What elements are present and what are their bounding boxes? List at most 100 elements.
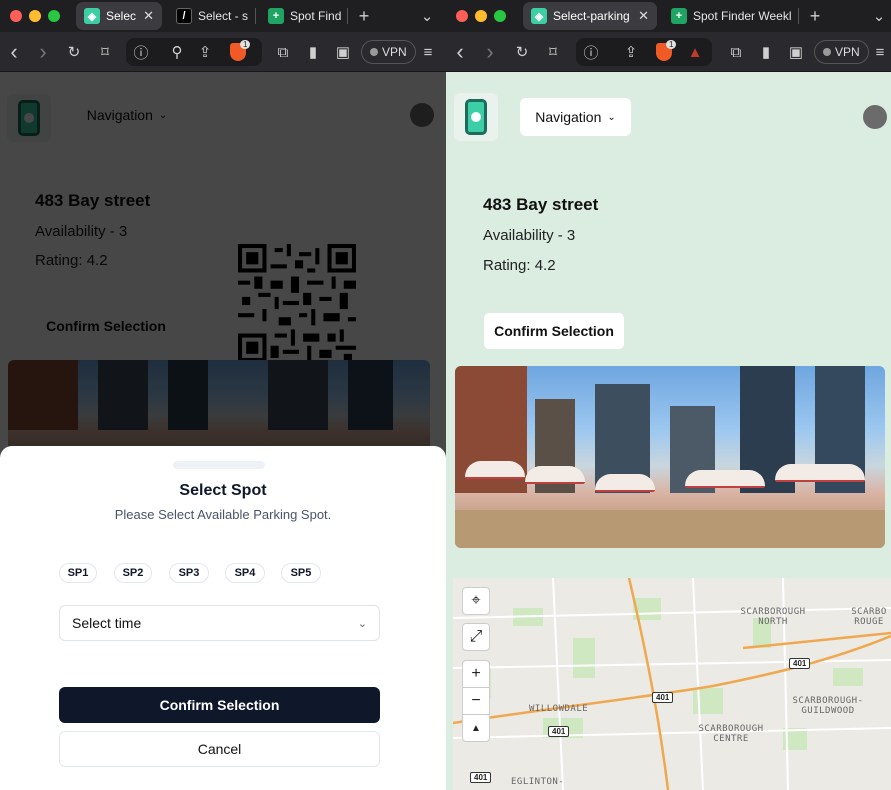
tab-bar: ◈ Select-parking ✕ + Spot Finder Weekl +… <box>446 0 891 32</box>
tab-spot-finder-weekly[interactable]: + Spot Finder Weekl <box>663 2 795 30</box>
site-info-icon[interactable]: ⓘ <box>132 42 150 62</box>
maximize-window-button[interactable] <box>48 10 60 22</box>
map-label-scarborough-rouge: SCARBO ROUGE <box>851 607 887 627</box>
minimize-window-button[interactable] <box>475 10 487 22</box>
sheet-cancel-button[interactable]: Cancel <box>59 731 380 767</box>
wallet-icon[interactable]: ▣ <box>786 40 806 64</box>
tab-separator <box>255 8 256 24</box>
menu-icon[interactable]: ≡ <box>418 40 438 64</box>
brave-rewards-icon[interactable]: ▲ <box>686 42 704 62</box>
phone-pin-icon <box>465 99 487 135</box>
tab-list-chevron-icon[interactable]: ⌄ <box>418 6 436 26</box>
address-bar[interactable]: ⓘ ⚲ ⇪ 1 <box>126 38 262 66</box>
tab-separator <box>798 8 799 24</box>
tab-bar: ◈ Selec ✕ / Select - s + Spot Find + ⌄ <box>0 0 446 32</box>
highway-401-shield: 401 <box>652 692 674 703</box>
new-tab-button[interactable]: + <box>355 6 373 26</box>
highway-401-shield: 401 <box>789 658 811 669</box>
app-favicon-icon: ◈ <box>531 8 547 24</box>
extensions-icon[interactable]: ⧉ <box>273 40 293 64</box>
shield-count-badge: 1 <box>240 40 251 49</box>
confirm-selection-button[interactable]: Confirm Selection <box>484 313 624 349</box>
forward-button[interactable]: › <box>480 39 500 64</box>
chevron-down-icon: ⌄ <box>607 111 616 123</box>
navigation-menu-button[interactable]: Navigation ⌄ <box>520 98 631 136</box>
bookmark-icon[interactable]: ⌑ <box>95 40 115 64</box>
tab-title: Select - s <box>198 9 249 23</box>
back-button[interactable]: ‹ <box>4 39 24 64</box>
sheets-favicon-icon: + <box>268 8 284 24</box>
left-browser-window: ◈ Selec ✕ / Select - s + Spot Find + ⌄ ‹… <box>0 0 446 790</box>
reload-button[interactable]: ↻ <box>64 40 84 64</box>
toolbar: ‹ › ↻ ⌑ ⓘ ⇪ 1 ▲ ⧉ ▮ ▣ VPN ≡ <box>446 32 891 72</box>
close-window-button[interactable] <box>456 10 468 22</box>
map-label-eglinton: EGLINTON- <box>511 777 565 787</box>
share-icon[interactable]: ⇪ <box>622 42 640 62</box>
tab-title: Spot Finder Weekl <box>693 9 792 23</box>
notion-favicon-icon: / <box>176 8 192 24</box>
map-label-scarborough-centre: SCARBOROUGH CENTRE <box>698 724 764 744</box>
zoom-in-button[interactable]: + <box>462 660 490 688</box>
vpn-status-icon <box>823 48 831 56</box>
sidebar-icon[interactable]: ▮ <box>303 40 323 64</box>
select-spot-sheet: Select Spot Please Select Available Park… <box>0 446 446 790</box>
highway-401-shield: 401 <box>470 772 492 783</box>
drag-handle[interactable] <box>173 461 265 469</box>
vpn-button[interactable]: VPN <box>361 40 416 64</box>
new-tab-button[interactable]: + <box>806 6 824 26</box>
spot-option-sp5[interactable]: SP5 <box>281 563 321 583</box>
tab-select-s[interactable]: / Select - s <box>168 2 252 30</box>
tab-select-parking[interactable]: ◈ Select-parking ✕ <box>523 2 657 30</box>
tab-title: Select-parking <box>553 9 630 23</box>
navigation-label: Navigation <box>535 109 602 125</box>
compass-icon[interactable]: ▲ <box>462 714 490 742</box>
minimize-window-button[interactable] <box>29 10 41 22</box>
close-tab-icon[interactable]: ✕ <box>632 8 649 24</box>
availability-text: Availability - 3 <box>483 227 576 244</box>
tab-separator <box>347 8 348 24</box>
shield-count-badge: 1 <box>666 40 677 49</box>
site-info-icon[interactable]: ⓘ <box>582 42 600 62</box>
extensions-icon[interactable]: ⧉ <box>726 40 746 64</box>
highway-401-shield: 401 <box>548 726 570 737</box>
maximize-window-button[interactable] <box>494 10 506 22</box>
map-label-scarborough-north: SCARBOROUGH NORTH <box>740 607 806 627</box>
close-tab-icon[interactable]: ✕ <box>137 8 154 24</box>
reload-button[interactable]: ↻ <box>512 40 532 64</box>
wallet-icon[interactable]: ▣ <box>333 40 353 64</box>
sheets-favicon-icon: + <box>671 8 687 24</box>
sidebar-icon[interactable]: ▮ <box>756 40 776 64</box>
close-window-button[interactable] <box>10 10 22 22</box>
rating-text: Rating: 4.2 <box>483 257 556 274</box>
tab-spot-finder[interactable]: + Spot Find <box>260 2 346 30</box>
map-view[interactable]: ⌖ ⤢ + − ▲ SCARBOROUGH NORTH SCARBO ROUGE… <box>453 578 891 790</box>
vpn-button[interactable]: VPN <box>814 40 869 64</box>
vpn-label: VPN <box>382 45 407 59</box>
spot-option-sp2[interactable]: SP2 <box>114 563 152 583</box>
map-roads <box>453 578 891 790</box>
time-select[interactable]: Select time ⌄ <box>59 605 380 641</box>
zoom-out-button[interactable]: − <box>462 687 490 715</box>
fullscreen-icon[interactable]: ⤢ <box>462 623 490 651</box>
share-icon[interactable]: ⇪ <box>196 42 214 62</box>
locate-me-icon[interactable]: ⌖ <box>462 587 490 615</box>
map-label-scarborough-guildwood: SCARBOROUGH-GUILDWOOD <box>792 696 864 716</box>
menu-icon[interactable]: ≡ <box>870 40 890 64</box>
app-logo[interactable] <box>454 93 498 141</box>
address-bar[interactable]: ⓘ ⇪ 1 ▲ <box>576 38 712 66</box>
tab-select[interactable]: ◈ Selec ✕ <box>76 2 162 30</box>
spot-option-sp1[interactable]: SP1 <box>59 563 97 583</box>
tab-list-chevron-icon[interactable]: ⌄ <box>870 6 888 26</box>
spot-option-sp3[interactable]: SP3 <box>169 563 209 583</box>
forward-button[interactable]: › <box>33 39 53 64</box>
time-select-value: Select time <box>72 615 142 631</box>
map-label-willowdale: WILLOWDALE <box>529 704 589 714</box>
sheet-confirm-button[interactable]: Confirm Selection <box>59 687 380 723</box>
plaza-ground <box>455 510 885 548</box>
vpn-label: VPN <box>835 45 860 59</box>
bookmark-icon[interactable]: ⌑ <box>543 40 563 64</box>
github-icon[interactable] <box>863 105 887 129</box>
location-icon[interactable]: ⚲ <box>168 42 186 62</box>
back-button[interactable]: ‹ <box>450 39 470 64</box>
spot-option-sp4[interactable]: SP4 <box>225 563 265 583</box>
